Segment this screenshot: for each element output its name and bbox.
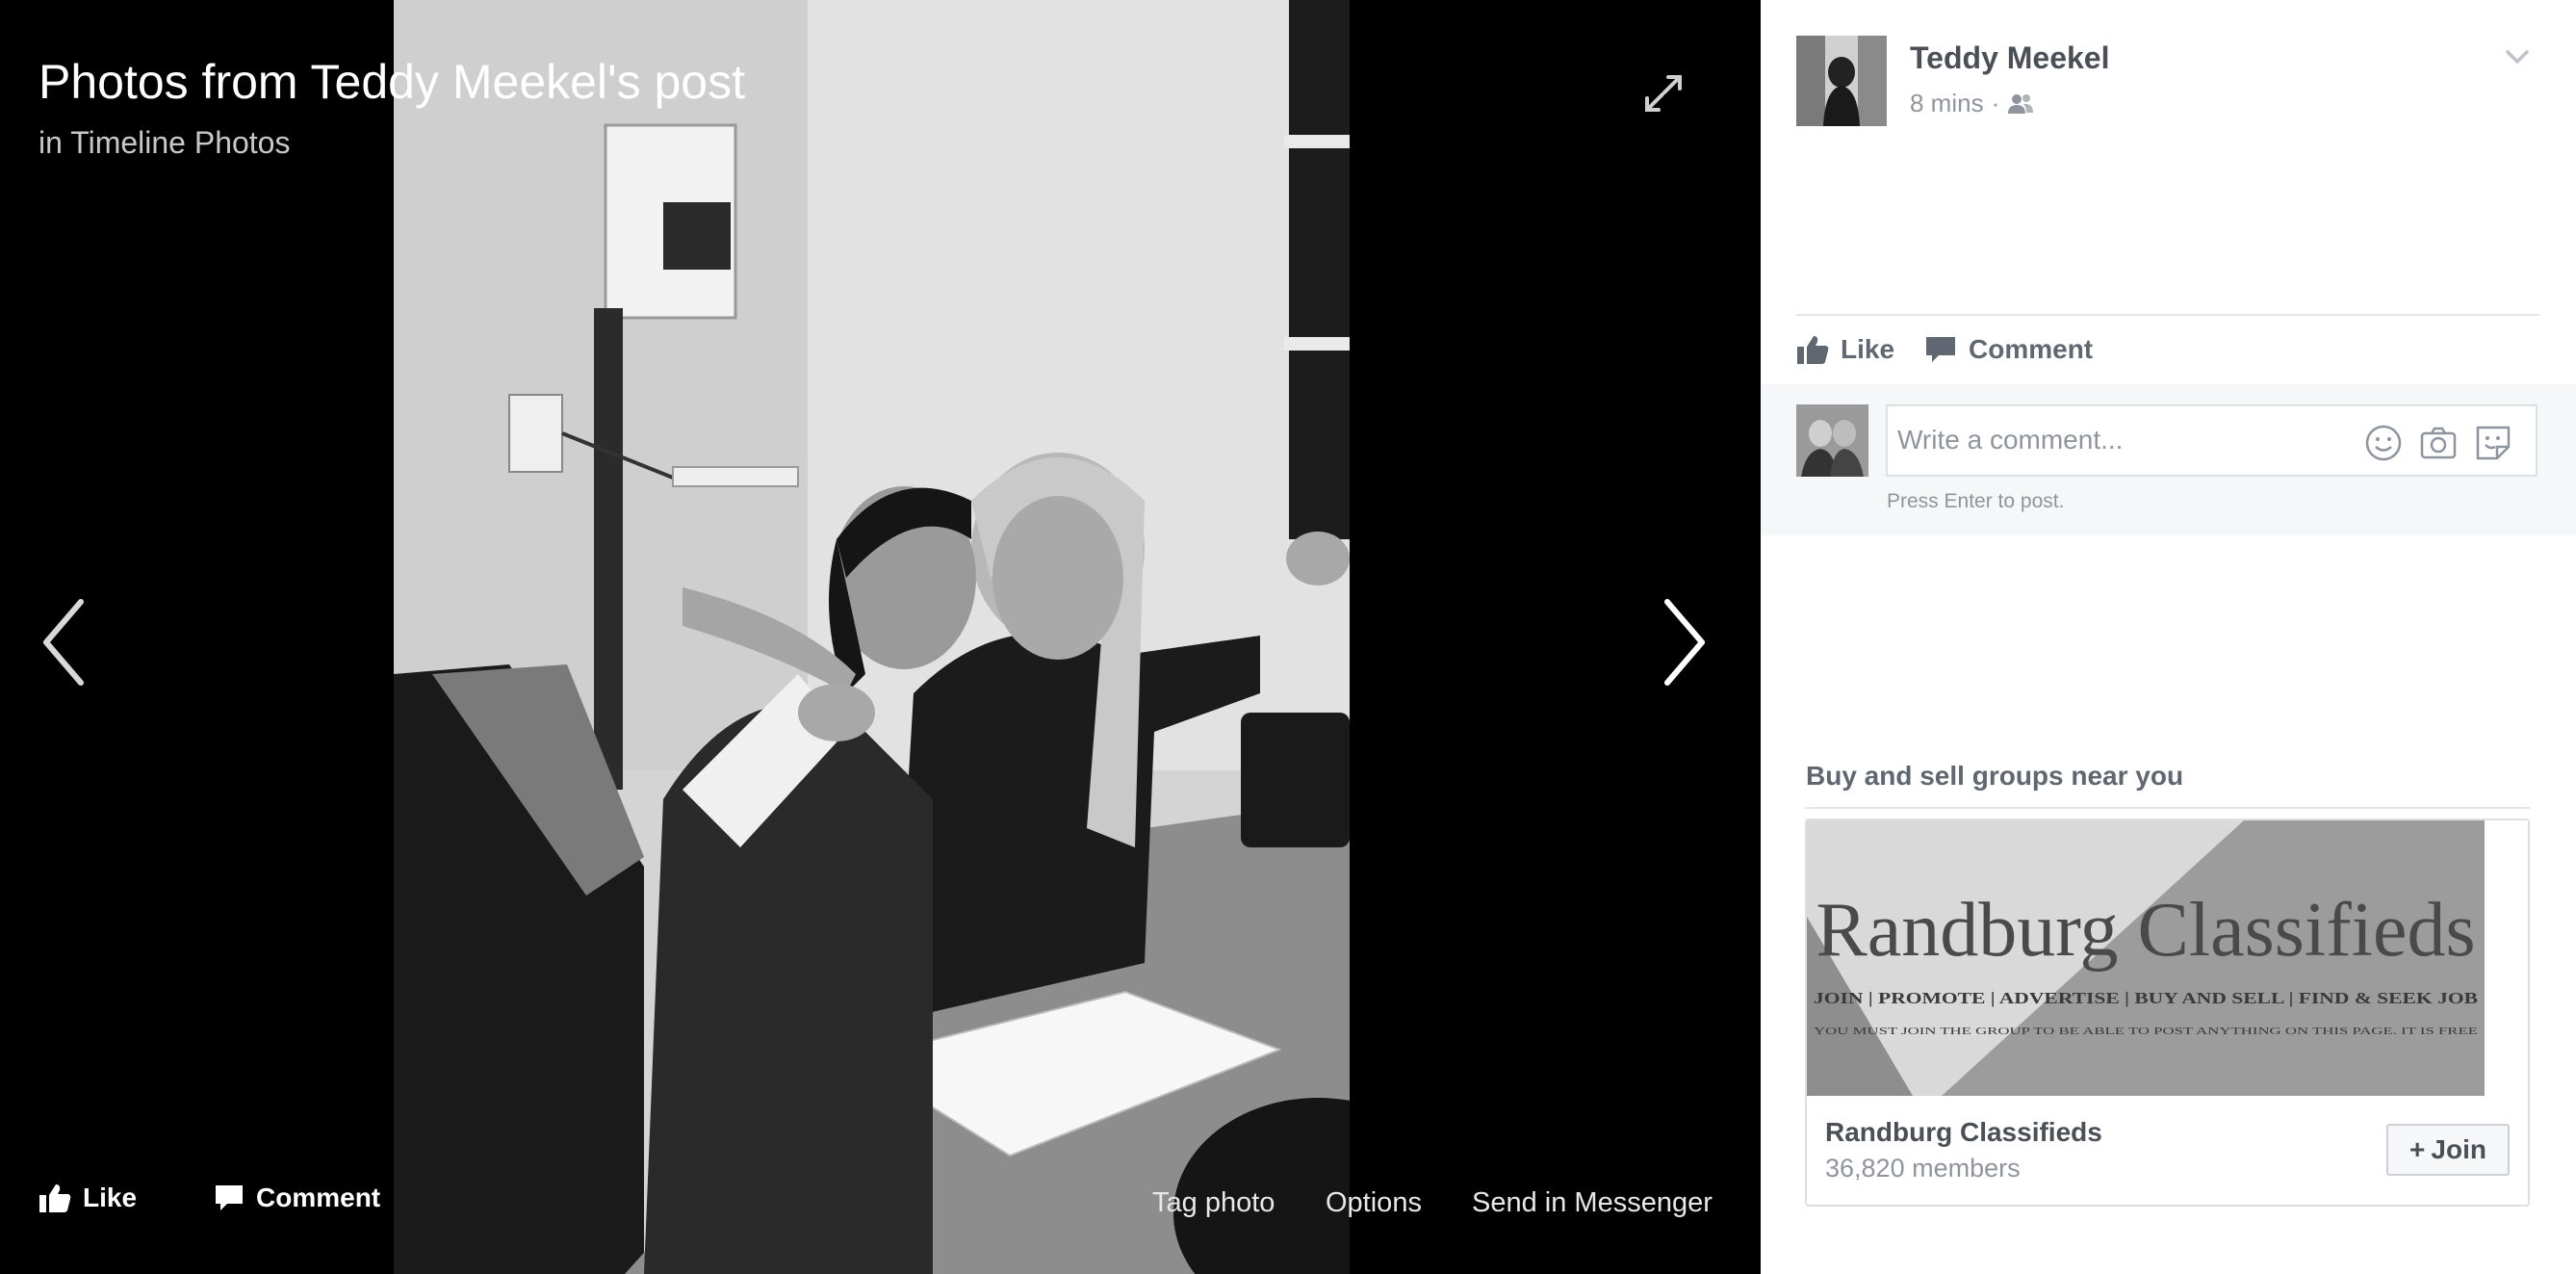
thumbs-up-icon: [39, 1184, 71, 1212]
meta-separator: ·: [1991, 89, 2000, 117]
post-panel: Teddy Meekel 8 mins · Like Comment Write…: [1761, 0, 2576, 1274]
chevron-right-icon[interactable]: [1656, 594, 1713, 690]
group-banner[interactable]: Randburg Classifieds JOIN | PROMOTE | AD…: [1807, 820, 2485, 1096]
viewer-comment-button[interactable]: Comment: [214, 1183, 380, 1213]
press-enter-hint: Press Enter to post.: [1887, 490, 2065, 512]
camera-icon[interactable]: [2419, 424, 2458, 462]
friends-icon[interactable]: [2007, 93, 2034, 115]
post-like-button[interactable]: Like: [1796, 334, 1894, 365]
chevron-down-icon[interactable]: [2503, 42, 2532, 71]
divider: [1796, 314, 2539, 316]
comment-icon: [216, 1185, 243, 1210]
comment-icon: [1926, 337, 1955, 362]
plus-icon: +: [2409, 1134, 2426, 1164]
viewer-like-label: Like: [83, 1183, 138, 1212]
viewer-like-button[interactable]: Like: [39, 1183, 137, 1213]
divider: [1805, 807, 2530, 809]
photo[interactable]: [394, 0, 1350, 1274]
tag-photo-link[interactable]: Tag photo: [1152, 1187, 1275, 1219]
banner-notice: YOU MUST JOIN THE GROUP TO BE ABLE TO PO…: [1814, 1026, 2478, 1037]
banner-tagline: JOIN | PROMOTE | ADVERTISE | BUY AND SEL…: [1814, 989, 2478, 1007]
viewer-avatar: [1796, 404, 1868, 477]
chevron-left-icon[interactable]: [35, 594, 92, 690]
group-members: 36,820 members: [1825, 1154, 2021, 1183]
post-timestamp[interactable]: 8 mins: [1910, 89, 1984, 118]
comment-input[interactable]: [1895, 424, 2323, 456]
join-button[interactable]: + Join: [2386, 1124, 2510, 1176]
photo-viewer: Photos from Teddy Meekel's post in Timel…: [0, 0, 1761, 1274]
groups-heading: Buy and sell groups near you: [1806, 761, 2184, 791]
thumbs-up-icon: [1797, 336, 1829, 364]
comment-box: [1886, 404, 2537, 477]
viewer-comment-label: Comment: [256, 1183, 381, 1212]
post-like-label: Like: [1841, 334, 1895, 364]
viewer-album-link[interactable]: in Timeline Photos: [39, 125, 290, 161]
viewer-title: Photos from Teddy Meekel's post: [39, 55, 745, 109]
group-name[interactable]: Randburg Classifieds: [1825, 1117, 2102, 1148]
join-label: Join: [2431, 1134, 2486, 1164]
options-link[interactable]: Options: [1326, 1187, 1422, 1219]
photo-illustration: [394, 0, 1350, 1274]
sticker-icon[interactable]: [2474, 424, 2512, 462]
emoji-icon[interactable]: [2364, 424, 2403, 462]
expand-icon[interactable]: [1639, 69, 1687, 117]
group-card[interactable]: Randburg Classifieds JOIN | PROMOTE | AD…: [1805, 819, 2530, 1207]
author-avatar[interactable]: [1796, 36, 1887, 126]
post-meta: 8 mins ·: [1910, 89, 2034, 118]
post-comment-button[interactable]: Comment: [1924, 334, 2093, 365]
post-comment-label: Comment: [1969, 334, 2094, 364]
send-in-messenger-link[interactable]: Send in Messenger: [1472, 1187, 1713, 1219]
author-name[interactable]: Teddy Meekel: [1910, 40, 2109, 76]
banner-title: Randburg Classifieds: [1816, 888, 2475, 973]
